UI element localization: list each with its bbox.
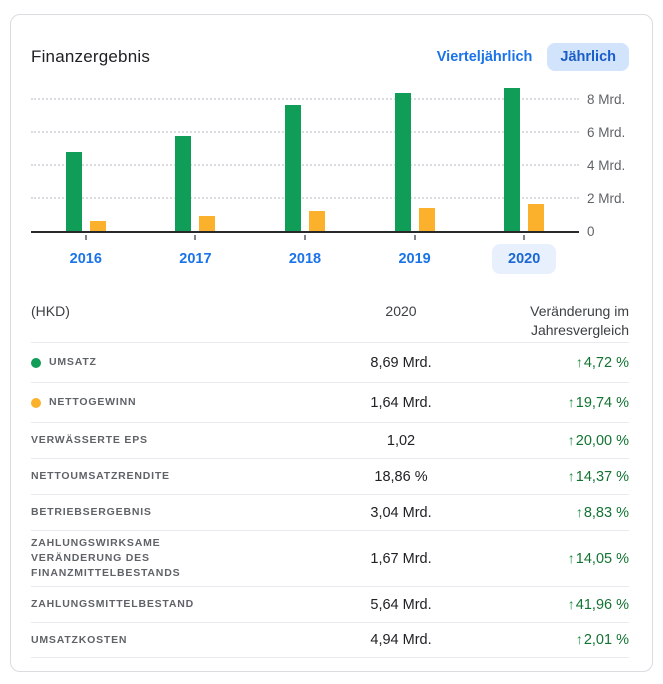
currency-header: (HKD): [31, 302, 70, 321]
y-axis-tick-label: 0: [587, 224, 647, 239]
x-axis-year-label-2017[interactable]: 2017: [163, 244, 227, 274]
period-toggle: Vierteljährlich Jährlich: [424, 43, 629, 71]
x-axis-tick: [85, 235, 87, 240]
table-row: NETTOUMSATZRENDITE 18,86 % ↑14,37 %: [31, 458, 629, 494]
metric-change: 8,83 %: [584, 505, 629, 521]
metric-change: 4,72 %: [584, 355, 629, 371]
y-gridline: [31, 98, 579, 100]
series-dot: [31, 398, 41, 408]
table-row: NETTOGEWINN 1,64 Mrd. ↑19,74 %: [31, 382, 629, 422]
y-axis-tick-label: 2 Mrd.: [587, 191, 647, 206]
financials-bar-chart: 02 Mrd.4 Mrd.6 Mrd.8 Mrd.201620172018201…: [31, 86, 629, 284]
year-header: 2020: [385, 303, 416, 319]
y-axis-tick-label: 8 Mrd.: [587, 92, 647, 107]
metric-label: BETRIEBSERGEBNIS: [31, 505, 152, 520]
table-row: ZAHLUNGSWIRKSAME VERÄNDERUNG DES FINANZM…: [31, 530, 629, 586]
metric-value: 1,67 Mrd.: [370, 551, 431, 567]
change-up-arrow-icon: ↑: [568, 596, 575, 612]
table-row: BETRIEBSERGEBNIS 3,04 Mrd. ↑8,83 %: [31, 494, 629, 530]
table-row: UMSATZKOSTEN 4,94 Mrd. ↑2,01 %: [31, 622, 629, 658]
change-up-arrow-icon: ↑: [568, 394, 575, 410]
net-income-bar-2020: [528, 204, 544, 231]
metric-value: 3,04 Mrd.: [370, 505, 431, 521]
net-income-bar-2019: [419, 208, 435, 231]
metric-label: UMSATZ: [49, 355, 97, 370]
table-header-row: (HKD) 2020 Veränderung im Jahresvergleic…: [31, 294, 629, 342]
metric-change: 20,00 %: [576, 433, 629, 449]
change-up-arrow-icon: ↑: [576, 631, 583, 647]
metric-value: 1,02: [387, 433, 415, 449]
metric-value: 8,69 Mrd.: [370, 355, 431, 371]
net-income-bar-2018: [309, 211, 325, 231]
yearly-toggle-button[interactable]: Jährlich: [547, 43, 629, 71]
metric-label: ZAHLUNGSWIRKSAME VERÄNDERUNG DES FINANZM…: [31, 536, 209, 581]
change-up-arrow-icon: ↑: [568, 468, 575, 484]
net-income-bar-2016: [90, 221, 106, 231]
revenue-bar-2019: [395, 93, 411, 231]
table-row: UMSATZ 8,69 Mrd. ↑4,72 %: [31, 342, 629, 382]
change-up-arrow-icon: ↑: [568, 432, 575, 448]
y-axis-tick-label: 6 Mrd.: [587, 125, 647, 140]
metric-label: VERWÄSSERTE EPS: [31, 433, 148, 448]
series-dot: [31, 358, 41, 368]
x-axis-tick: [414, 235, 416, 240]
metric-change: 41,96 %: [576, 597, 629, 613]
metric-value: 1,64 Mrd.: [370, 395, 431, 411]
revenue-bar-2017: [175, 136, 191, 231]
metric-value: 18,86 %: [374, 469, 427, 485]
y-gridline: [31, 164, 579, 166]
y-gridline: [31, 197, 579, 199]
metric-label: NETTOUMSATZRENDITE: [31, 469, 170, 484]
metric-change: 2,01 %: [584, 632, 629, 648]
chart-plot-area: 02 Mrd.4 Mrd.6 Mrd.8 Mrd.201620172018201…: [31, 86, 579, 233]
y-axis-tick-label: 4 Mrd.: [587, 158, 647, 173]
y-gridline: [31, 131, 579, 133]
revenue-bar-2018: [285, 105, 301, 231]
metric-label: NETTOGEWINN: [49, 395, 136, 410]
change-header: Veränderung im Jahresvergleich: [491, 302, 629, 340]
change-up-arrow-icon: ↑: [576, 504, 583, 520]
quarterly-toggle-button[interactable]: Vierteljährlich: [424, 43, 546, 71]
revenue-bar-2016: [66, 152, 82, 231]
card-header: Finanzergebnis Vierteljährlich Jährlich: [31, 41, 629, 73]
change-up-arrow-icon: ↑: [568, 550, 575, 566]
x-axis-tick: [194, 235, 196, 240]
table-row: VERWÄSSERTE EPS 1,02 ↑20,00 %: [31, 422, 629, 458]
x-axis-tick: [523, 235, 525, 240]
change-up-arrow-icon: ↑: [576, 354, 583, 370]
x-axis-year-label-2016[interactable]: 2016: [54, 244, 118, 274]
x-axis-year-label-2018[interactable]: 2018: [273, 244, 337, 274]
metric-change: 14,37 %: [576, 469, 629, 485]
page-title: Finanzergebnis: [31, 47, 150, 67]
metric-value: 4,94 Mrd.: [370, 632, 431, 648]
net-income-bar-2017: [199, 216, 215, 231]
revenue-bar-2020: [504, 88, 520, 231]
metric-change: 19,74 %: [576, 395, 629, 411]
x-axis-tick: [304, 235, 306, 240]
financial-results-card: Finanzergebnis Vierteljährlich Jährlich …: [10, 14, 653, 672]
x-axis-year-label-2020[interactable]: 2020: [492, 244, 556, 274]
metric-value: 5,64 Mrd.: [370, 597, 431, 613]
financials-table: (HKD) 2020 Veränderung im Jahresvergleic…: [31, 294, 629, 658]
metric-change: 14,05 %: [576, 551, 629, 567]
table-row: ZAHLUNGSMITTELBESTAND 5,64 Mrd. ↑41,96 %: [31, 586, 629, 622]
metric-label: UMSATZKOSTEN: [31, 633, 127, 648]
x-axis-year-label-2019[interactable]: 2019: [383, 244, 447, 274]
metric-label: ZAHLUNGSMITTELBESTAND: [31, 597, 194, 612]
